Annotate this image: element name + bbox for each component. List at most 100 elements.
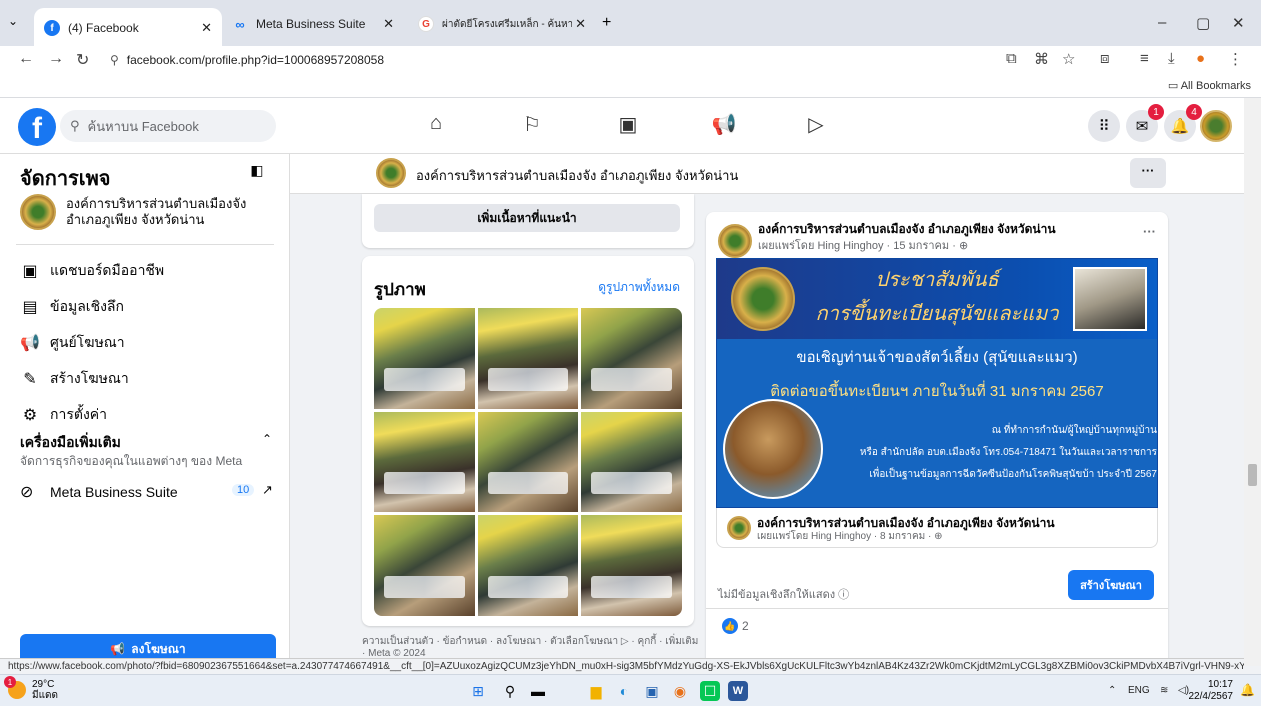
weather-widget[interactable]: 1 29°C มีแดด: [4, 676, 58, 701]
minimize-icon[interactable]: –: [1158, 14, 1166, 31]
word-icon[interactable]: W: [728, 681, 748, 701]
sidebar-page-profile[interactable]: องค์การบริหารส่วนตำบลเมืองจัง อำเภอภูเพี…: [20, 194, 266, 230]
chevron-up-icon[interactable]: ⌃: [262, 432, 272, 446]
add-recommended-content-button[interactable]: เพิ่มเนื้อหาที่แนะนำ: [374, 204, 680, 232]
all-bookmarks[interactable]: ▭ All Bookmarks: [1168, 79, 1251, 92]
wifi-icon[interactable]: ≋: [1160, 685, 1168, 696]
photo-thumbnail[interactable]: [477, 308, 579, 409]
google-favicon-icon: G: [418, 16, 434, 32]
sidebar-item-ad-center[interactable]: 📢 ศูนย์โฆษณา: [20, 332, 125, 354]
close-icon[interactable]: ✕: [201, 20, 212, 36]
file-explorer-icon[interactable]: ▆: [586, 681, 606, 701]
page-avatar: [20, 194, 56, 230]
windows-start-icon[interactable]: ⊞: [468, 681, 488, 701]
reload-icon[interactable]: ↻: [76, 50, 89, 70]
close-icon[interactable]: ✕: [383, 16, 394, 32]
sidebar-item-settings[interactable]: ⚙ การตั้งค่า: [20, 404, 107, 426]
sidebar-item-label: แดชบอร์ดมืออาชีพ: [50, 262, 165, 278]
menu-grid-icon[interactable]: ⠿: [1088, 110, 1120, 142]
task-view-icon[interactable]: ▬: [528, 681, 548, 701]
notification-bell-icon[interactable]: 🔔: [1240, 683, 1255, 697]
video-icon[interactable]: ▷: [796, 112, 836, 137]
browser-tab-bar: ⌄ f (4) Facebook ✕ ∞ Meta Business Suite…: [0, 0, 1261, 48]
chrome-icon[interactable]: ◉: [670, 681, 690, 701]
home-icon[interactable]: ⌂: [416, 112, 456, 135]
new-tab-icon[interactable]: +: [602, 14, 611, 32]
forward-icon[interactable]: →: [48, 50, 64, 68]
sidebar-item-create-ad[interactable]: ✎ สร้างโฆษณา: [20, 368, 128, 390]
more-tools-heading: เครื่องมือเพิ่มเติม: [20, 434, 121, 450]
photo-thumbnail[interactable]: [477, 411, 579, 513]
meta-suite-icon: ⊘: [20, 484, 34, 501]
photo-thumbnail[interactable]: [374, 308, 475, 409]
shared-post-attribution[interactable]: องค์การบริหารส่วนตำบลเมืองจัง อำเภอภูเพี…: [716, 508, 1158, 548]
notifications-icon[interactable]: 🔔 4: [1164, 104, 1202, 142]
store-icon[interactable]: ▣: [642, 681, 662, 701]
menu-icon[interactable]: ⋮: [1228, 50, 1243, 68]
all-bookmarks-label: All Bookmarks: [1180, 80, 1251, 92]
photo-thumbnail[interactable]: [581, 411, 682, 513]
extensions-icon[interactable]: ⧈: [1100, 50, 1110, 67]
messenger-badge: 1: [1148, 104, 1164, 120]
volume-icon[interactable]: ◁): [1178, 685, 1189, 696]
facebook-logo-icon[interactable]: f: [18, 108, 56, 146]
sidebar-item-dashboard[interactable]: ▣ แดชบอร์ดมืออาชีพ: [20, 260, 164, 282]
info-icon[interactable]: ⓘ: [838, 589, 849, 601]
download-icon[interactable]: ⤓: [1168, 50, 1175, 67]
install-icon[interactable]: ⧉: [1006, 50, 1017, 67]
photo-thumbnail[interactable]: [581, 308, 682, 409]
reading-list-icon[interactable]: ≡: [1140, 50, 1149, 67]
photo-thumbnail[interactable]: [581, 515, 682, 616]
search-icon[interactable]: ⚲: [500, 681, 520, 701]
clock-date: 22/4/2567: [1188, 691, 1234, 702]
post-image-poster[interactable]: ประชาสัมพันธ์ การขึ้นทะเบียนสุนัขและแมว …: [716, 258, 1158, 508]
close-icon[interactable]: ✕: [575, 16, 586, 32]
meta-favicon-icon: ∞: [235, 16, 245, 32]
profile-icon[interactable]: ●: [1196, 50, 1205, 67]
site-info-icon[interactable]: ⚲: [110, 53, 119, 67]
post-options-icon[interactable]: ···: [1143, 224, 1156, 239]
messenger-icon[interactable]: ✉ 1: [1126, 104, 1164, 142]
search-input[interactable]: ⚲ ค้นหาบน Facebook: [60, 110, 276, 142]
language-indicator[interactable]: ENG: [1128, 685, 1150, 696]
sidebar-title: จัดการเพจ: [20, 168, 111, 190]
photo-thumbnail[interactable]: [374, 515, 475, 616]
account-avatar[interactable]: [1200, 110, 1232, 142]
reaction-summary[interactable]: 👍 2: [722, 618, 749, 634]
scrollbar-thumb[interactable]: [1248, 464, 1257, 486]
sun-icon: 1: [4, 676, 26, 699]
back-icon[interactable]: ←: [18, 50, 34, 68]
footer-links[interactable]: ความเป็นส่วนตัว · ข้อกำหนด · ลงโฆษณา · ต…: [362, 636, 702, 660]
dashboard-icon[interactable]: ▣: [608, 112, 648, 137]
tab-google-search[interactable]: G ผ่าตัดยีโครงเศรีมเหล็ก - ค้นหาด้วย G ✕: [408, 8, 596, 40]
post-author-avatar[interactable]: [718, 224, 752, 258]
window-close-icon[interactable]: ✕: [1232, 14, 1245, 32]
see-all-photos-link[interactable]: ดูรูปภาพทั้งหมด: [598, 278, 680, 297]
recommend-card: เพิ่มเนื้อหาที่แนะนำ: [362, 194, 694, 248]
photo-thumbnail[interactable]: [374, 411, 475, 513]
more-tools-subtitle: จัดการธุรกิจของคุณในแอพต่างๆ ของ Meta: [20, 454, 243, 468]
tab-facebook[interactable]: f (4) Facebook ✕: [34, 8, 222, 48]
sidebar-toggle-icon[interactable]: ◧: [246, 162, 268, 184]
page-avatar[interactable]: [376, 158, 406, 188]
bookmark-star-icon[interactable]: ☆: [1062, 50, 1075, 68]
translate-icon[interactable]: ⌘: [1034, 50, 1049, 68]
meta-business-suite-link[interactable]: ⊘ Meta Business Suite: [20, 482, 178, 502]
photo-thumbnail[interactable]: [477, 515, 579, 616]
megaphone-icon[interactable]: 📢: [704, 112, 744, 137]
globe-icon: ⊕: [958, 240, 969, 252]
line-icon[interactable]: ☐: [700, 681, 720, 701]
page-scrollbar[interactable]: [1244, 98, 1261, 666]
system-clock[interactable]: 10:17 22/4/2567: [1189, 679, 1234, 703]
tab-search-icon[interactable]: ⌄: [8, 14, 18, 28]
more-options-button[interactable]: ···: [1130, 158, 1166, 188]
chevron-up-icon[interactable]: ⌃: [1108, 685, 1116, 696]
restore-icon[interactable]: ▢: [1196, 14, 1210, 32]
sidebar-item-insights[interactable]: ▤ ข้อมูลเชิงลึก: [20, 296, 124, 318]
url-field[interactable]: ⚲ facebook.com/profile.php?id=1000689572…: [104, 48, 1004, 72]
flag-icon[interactable]: ⚐: [512, 112, 552, 137]
tab-meta-business-suite[interactable]: ∞ Meta Business Suite ✕: [222, 8, 404, 40]
page-header-name[interactable]: องค์การบริหารส่วนตำบลเมืองจัง อำเภอภูเพี…: [416, 165, 738, 186]
boost-post-button[interactable]: สร้างโฆษณา: [1068, 570, 1154, 600]
edge-icon[interactable]: ◐: [614, 681, 634, 701]
